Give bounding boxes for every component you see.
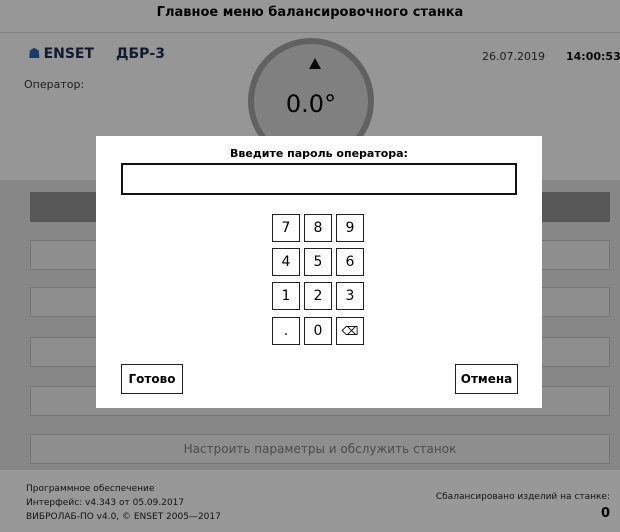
keypad-key-dot[interactable]: . xyxy=(272,317,300,345)
keypad-key-2[interactable]: 2 xyxy=(304,282,332,310)
backspace-icon: ⌫ xyxy=(341,324,359,338)
keypad-key-8[interactable]: 8 xyxy=(304,214,332,242)
keypad-key-4[interactable]: 4 xyxy=(272,248,300,276)
ok-button[interactable]: Готово xyxy=(121,364,183,394)
keypad-backspace-button[interactable]: ⌫ xyxy=(336,317,364,345)
keypad-key-7[interactable]: 7 xyxy=(272,214,300,242)
keypad-key-0[interactable]: 0 xyxy=(304,317,332,345)
keypad-key-1[interactable]: 1 xyxy=(272,282,300,310)
keypad-key-6[interactable]: 6 xyxy=(336,248,364,276)
cancel-button[interactable]: Отмена xyxy=(455,364,518,394)
keypad-key-5[interactable]: 5 xyxy=(304,248,332,276)
keypad-key-9[interactable]: 9 xyxy=(336,214,364,242)
password-prompt: Введите пароль оператора: xyxy=(230,147,408,160)
password-input[interactable] xyxy=(121,163,517,195)
keypad-key-3[interactable]: 3 xyxy=(336,282,364,310)
password-dialog: Введите пароль оператора: 7 8 9 4 5 6 1 … xyxy=(96,136,542,408)
